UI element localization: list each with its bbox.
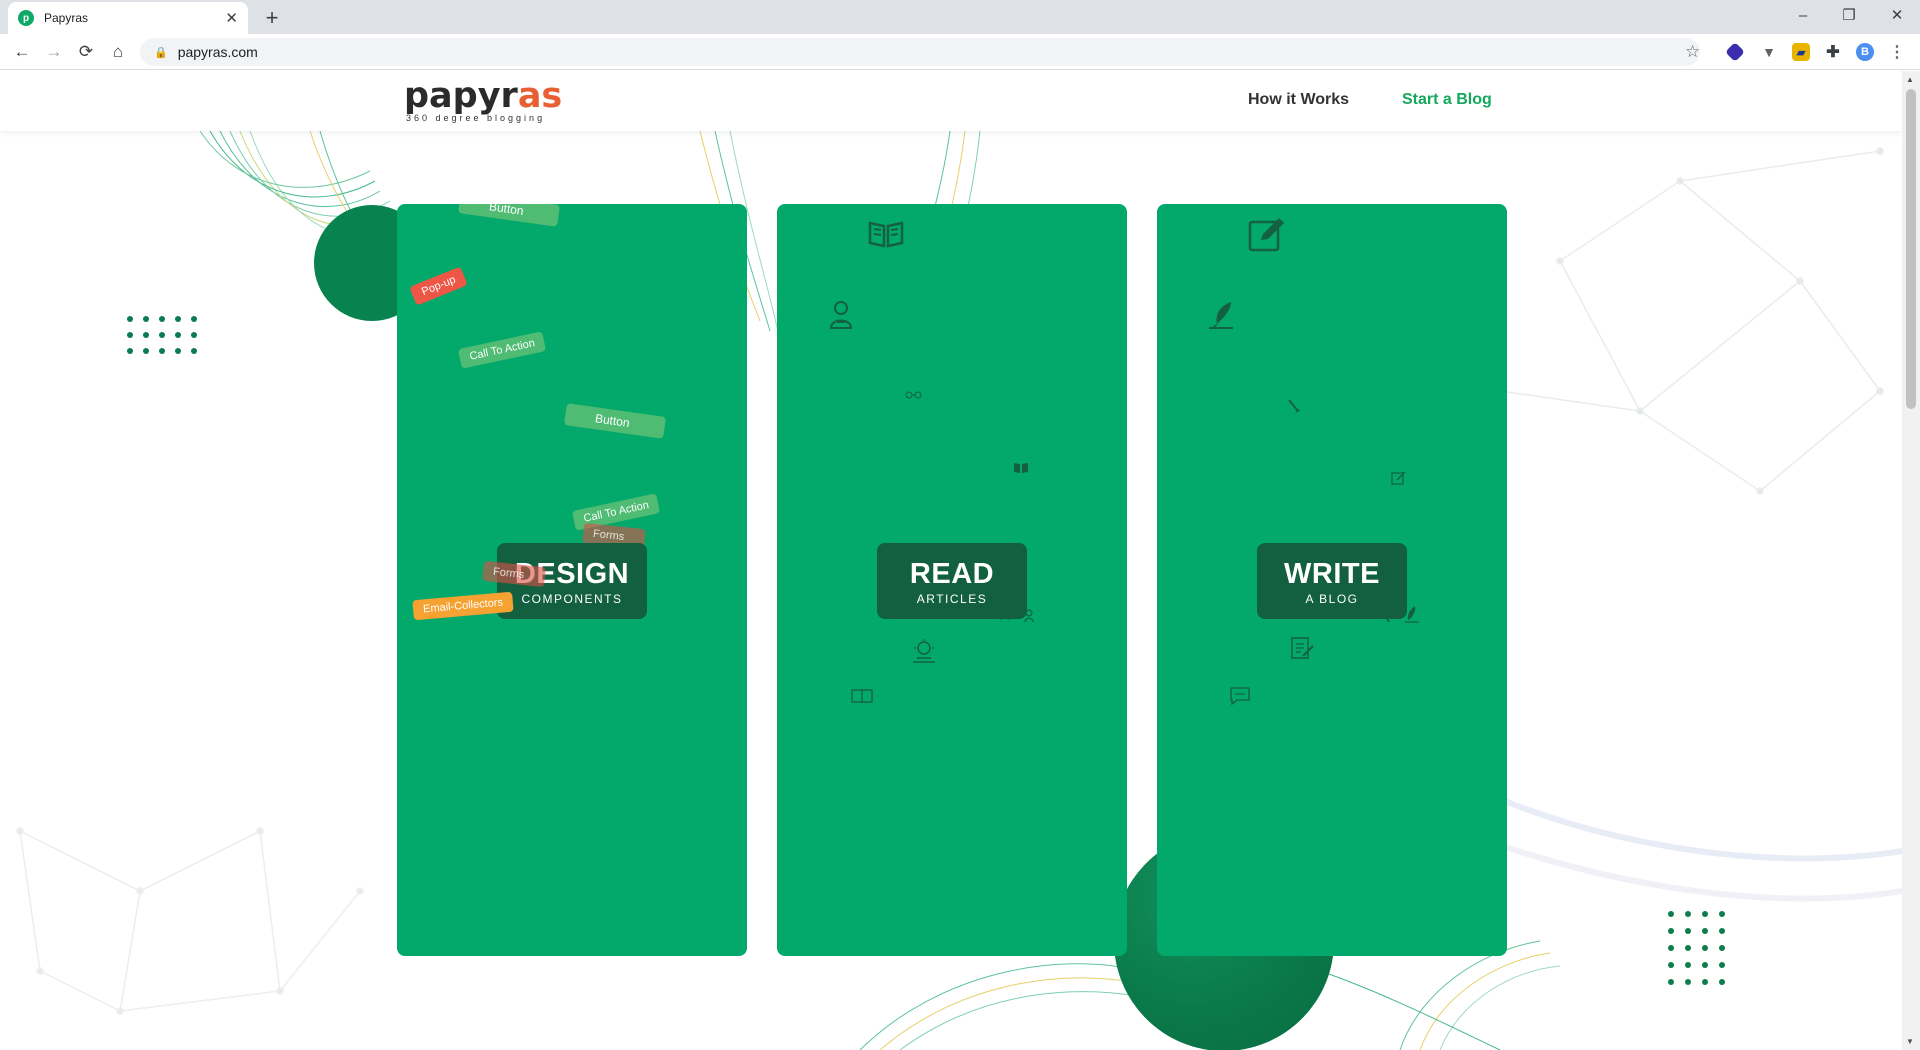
- nav-how-it-works[interactable]: How it Works: [1248, 91, 1349, 109]
- browser-tab[interactable]: p Papyras ✕: [8, 2, 248, 34]
- back-button[interactable]: ←: [8, 38, 36, 66]
- chat-icon: [1230, 687, 1250, 706]
- extension-card-icon[interactable]: ▰: [1792, 43, 1810, 61]
- card-title: READ: [909, 558, 995, 590]
- edit-icon: [1248, 218, 1284, 252]
- url-text: papyras.com: [177, 44, 258, 60]
- scrollbar-thumb[interactable]: [1906, 89, 1916, 409]
- glasses-icon: [905, 391, 922, 399]
- tab-close-icon[interactable]: ✕: [225, 9, 238, 27]
- floating-chip-button-2: Button: [563, 403, 667, 439]
- scroll-down-arrow-icon[interactable]: ▼: [1906, 1037, 1914, 1046]
- site-header: papyras 360 degree blogging How it Works…: [0, 71, 1902, 131]
- idea-icon: [913, 639, 935, 663]
- floating-chip-button: Button: [457, 204, 561, 227]
- home-button[interactable]: ⌂: [104, 38, 132, 66]
- small-edit-icon: [1391, 471, 1406, 485]
- browser-menu-icon[interactable]: ⋮: [1888, 43, 1906, 61]
- nav-start-a-blog[interactable]: Start a Blog: [1402, 91, 1492, 109]
- tab-title: Papyras: [44, 11, 89, 25]
- window-minimize-button[interactable]: –: [1780, 0, 1826, 30]
- new-tab-button[interactable]: +: [258, 4, 286, 32]
- clipboard-icon: [1291, 637, 1314, 659]
- window-close-button[interactable]: ✕: [1874, 0, 1920, 30]
- decorative-dot-grid-left: [127, 316, 197, 354]
- extensions-puzzle-icon[interactable]: ✚: [1824, 43, 1842, 61]
- logo-wordmark: papyras: [404, 76, 563, 116]
- write-a-blog-card[interactable]: WRITE A BLOG: [1157, 204, 1507, 956]
- book-outline-icon: [851, 689, 873, 703]
- floating-chip-popup: Pop-up: [409, 266, 469, 306]
- quill-small-icon: [1380, 606, 1419, 623]
- read-articles-card[interactable]: READ ARTICLES: [777, 204, 1127, 956]
- scroll-up-arrow-icon[interactable]: ▲: [1906, 75, 1914, 84]
- reload-button[interactable]: ⟳: [72, 38, 100, 66]
- card-title: WRITE: [1284, 558, 1380, 590]
- papyras-favicon-icon: p: [18, 10, 34, 26]
- forward-button[interactable]: →: [40, 38, 68, 66]
- quill-icon: [1209, 302, 1233, 329]
- browser-toolbar: ← → ⟳ ⌂ 🔒 papyras.com ☆ ▼ ▰ ✚ B ⋮: [0, 34, 1920, 70]
- page-scrollbar[interactable]: ▲ ▼: [1902, 71, 1920, 1050]
- reader-icon: [829, 301, 853, 329]
- open-book-icon: [868, 221, 904, 248]
- address-bar[interactable]: 🔒 papyras.com: [140, 38, 1700, 66]
- logo-tagline: 360 degree blogging: [406, 113, 546, 123]
- decorative-dot-grid-right: [1668, 911, 1725, 985]
- lock-icon: 🔒: [154, 46, 168, 59]
- browser-tab-bar: p Papyras ✕ + – ❐ ✕: [0, 0, 1920, 34]
- small-book-icon: [1014, 463, 1028, 473]
- window-restore-button[interactable]: ❐: [1826, 0, 1872, 30]
- card-subtitle: COMPONENTS: [521, 592, 623, 606]
- page-viewport: papyras 360 degree blogging How it Works…: [0, 71, 1902, 1050]
- reader-small-icon: [997, 609, 1034, 623]
- extension-v-icon[interactable]: ▼: [1760, 43, 1778, 61]
- pen-icon: [1288, 399, 1301, 413]
- card-subtitle: ARTICLES: [916, 592, 988, 606]
- papyras-logo[interactable]: papyras 360 degree blogging: [404, 77, 562, 123]
- profile-avatar[interactable]: B: [1856, 43, 1874, 61]
- bookmark-star-icon[interactable]: ☆: [1685, 42, 1700, 62]
- floating-chip-call-to-action: Call To Action: [457, 331, 547, 369]
- extension-diamond-icon[interactable]: [1725, 42, 1745, 62]
- design-components-card[interactable]: Button Pop-up Call To Action Button Call…: [397, 204, 747, 956]
